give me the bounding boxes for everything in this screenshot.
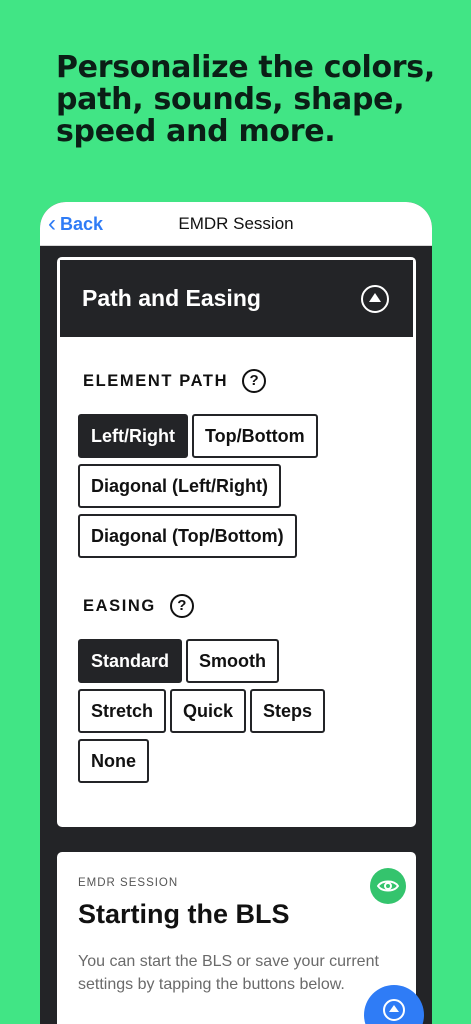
path-option-diagonal-left-right[interactable]: Diagonal (Left/Right) — [78, 464, 281, 508]
easing-label-text: EASING — [83, 596, 156, 615]
path-option-top-bottom[interactable]: Top/Bottom — [191, 414, 318, 458]
path-easing-card: Path and Easing ELEMENT PATH ? Left/Righ… — [57, 257, 416, 827]
easing-options: Standard Smooth Stretch Quick Steps None — [78, 639, 408, 789]
nav-title: EMDR Session — [178, 214, 294, 233]
element-path-label: ELEMENT PATH ? — [83, 369, 267, 393]
easing-option-smooth[interactable]: Smooth — [186, 639, 280, 683]
easing-option-stretch[interactable]: Stretch — [78, 689, 167, 733]
easing-option-none[interactable]: None — [78, 739, 149, 783]
path-option-diagonal-top-bottom[interactable]: Diagonal (Top/Bottom) — [78, 514, 297, 558]
easing-option-steps[interactable]: Steps — [250, 689, 326, 733]
collapse-chevron-up-icon[interactable] — [361, 285, 389, 313]
app-screen: ‹ Back EMDR Session Path and Easing ELEM… — [40, 202, 432, 1024]
card-title: Path and Easing — [82, 285, 261, 311]
session-card: EMDR SESSION Starting the BLS You can st… — [57, 852, 416, 1024]
preview-button[interactable] — [370, 868, 406, 904]
path-easing-header[interactable]: Path and Easing — [57, 257, 416, 337]
eye-icon — [377, 880, 399, 892]
navigation-bar: ‹ Back EMDR Session — [40, 202, 432, 246]
easing-label: EASING ? — [83, 594, 194, 618]
session-body: You can start the BLS or save your curre… — [78, 953, 379, 993]
easing-option-quick[interactable]: Quick — [170, 689, 247, 733]
question-circle-icon[interactable]: ? — [242, 369, 267, 393]
chevron-up-circle-icon — [383, 999, 405, 1021]
question-circle-icon[interactable]: ? — [169, 594, 194, 618]
element-path-options: Left/Right Top/Bottom Diagonal (Left/Rig… — [78, 414, 408, 564]
element-path-label-text: ELEMENT PATH — [83, 371, 229, 390]
session-title: Starting the BLS — [78, 899, 290, 929]
path-option-left-right[interactable]: Left/Right — [78, 414, 188, 458]
session-kicker: EMDR SESSION — [78, 877, 179, 889]
easing-option-standard[interactable]: Standard — [78, 639, 183, 683]
promo-headline: Personalize the colors, path, sounds, sh… — [56, 50, 435, 149]
